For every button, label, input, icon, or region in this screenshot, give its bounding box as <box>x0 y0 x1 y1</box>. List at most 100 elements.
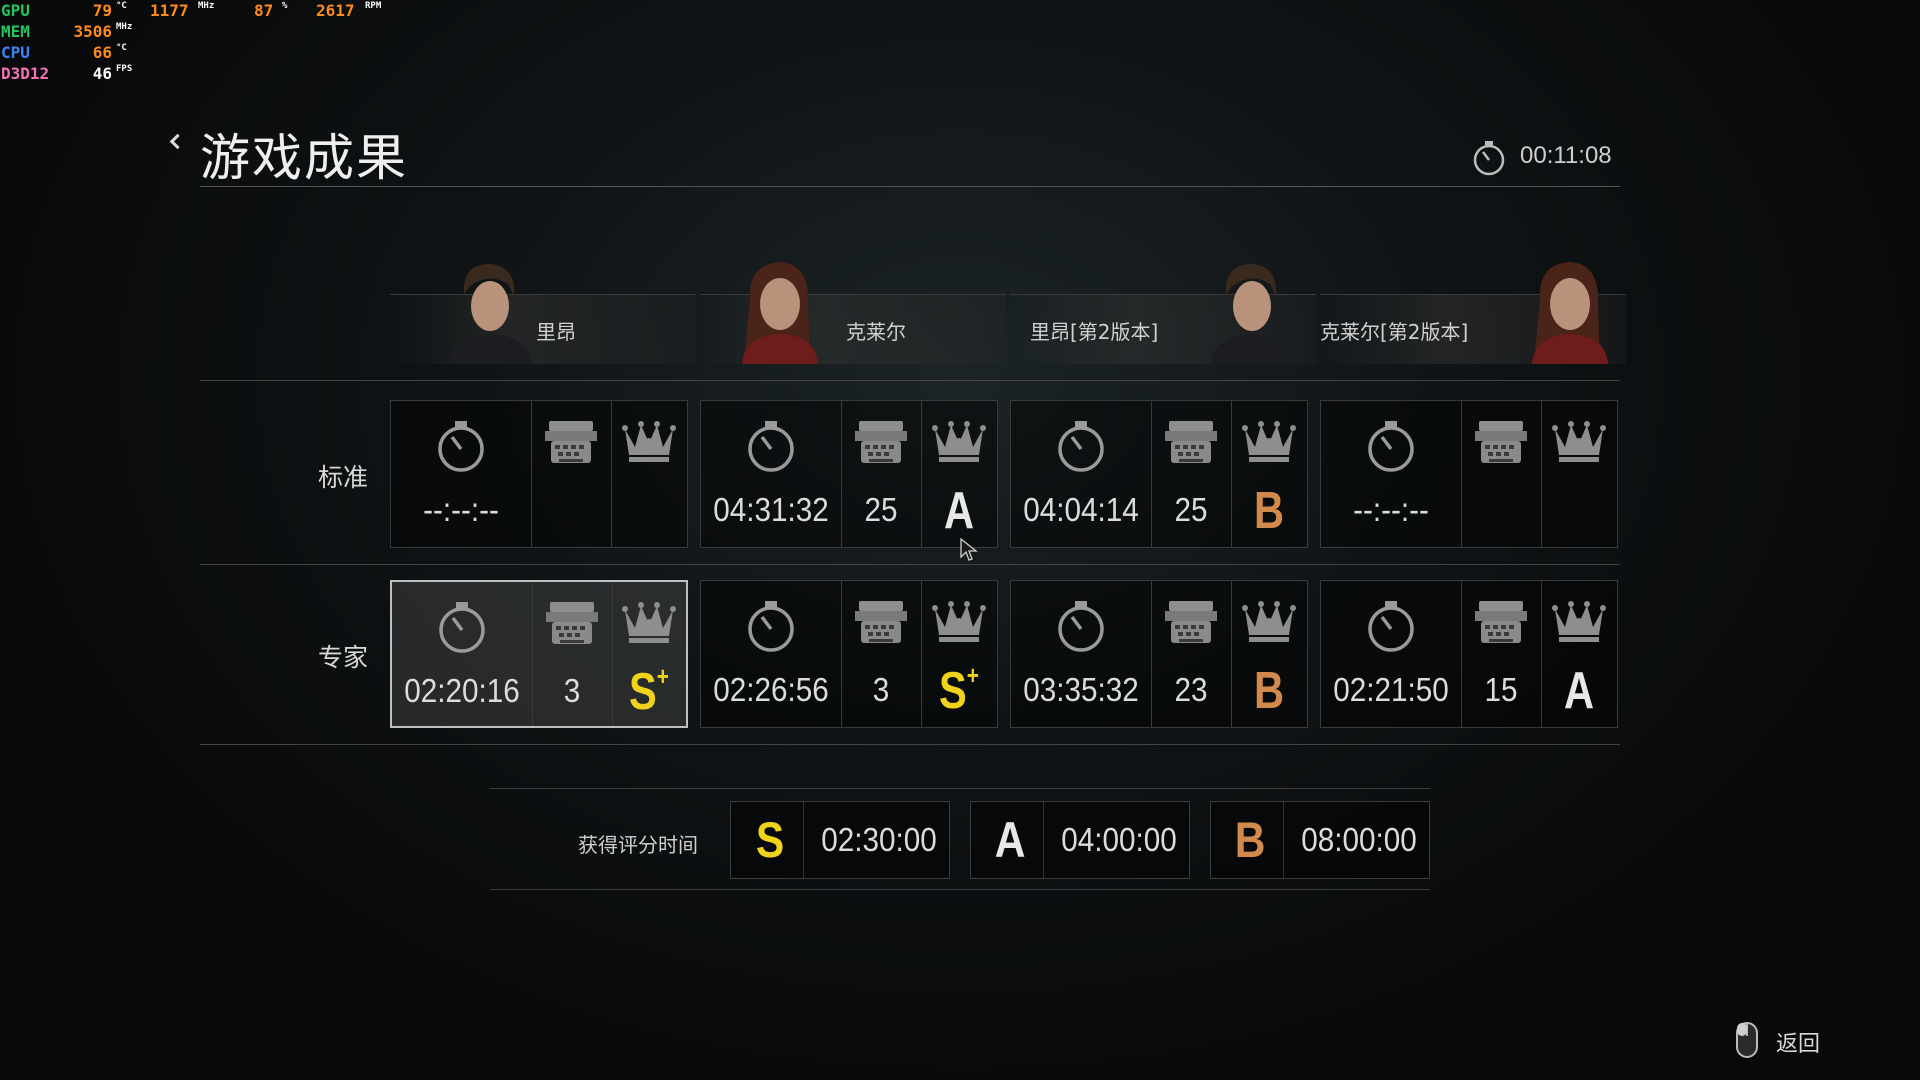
result-card[interactable]: 04:31:32 25 A <box>700 400 998 548</box>
character-header: 克莱尔[第2版本] <box>1320 254 1626 364</box>
clear-time: 02:26:56 <box>713 671 829 708</box>
hud-unit: % <box>282 1 288 11</box>
hud-value: 87 <box>254 1 274 20</box>
hud-unit: MHz <box>198 1 215 11</box>
rank-letter: A <box>943 482 975 540</box>
rank-grade: A <box>929 481 990 541</box>
saves-cell <box>531 401 612 547</box>
stopwatch-icon <box>746 599 796 657</box>
clear-time-cell: 02:21:50 <box>1321 581 1462 727</box>
stopwatch-icon <box>1056 419 1106 477</box>
stopwatch-icon <box>1366 599 1416 657</box>
result-card[interactable]: --:--:-- <box>390 400 688 548</box>
divider <box>200 564 1620 565</box>
rank-cell: B <box>1231 401 1307 547</box>
typewriter-icon <box>545 419 597 473</box>
crown-icon <box>1241 419 1297 467</box>
clear-time-cell: 04:04:14 <box>1011 401 1152 547</box>
typewriter-icon <box>1165 419 1217 473</box>
hud-label: GPU <box>1 1 30 20</box>
hud-label: D3D12 <box>1 64 50 83</box>
clear-time-cell: 02:26:56 <box>701 581 842 727</box>
typewriter-icon <box>1475 419 1527 473</box>
save-count: 15 <box>1484 671 1518 708</box>
result-card[interactable]: 02:21:50 15 A <box>1320 580 1618 728</box>
typewriter-icon <box>855 419 907 473</box>
result-card[interactable]: 02:26:56 3 S+ <box>700 580 998 728</box>
rank-suffix: + <box>656 660 669 691</box>
hud-value: 2617 <box>316 1 355 20</box>
save-count: 25 <box>1174 491 1208 528</box>
character-header: 克莱尔 <box>700 254 1006 364</box>
play-time: 00:11:08 <box>1520 142 1612 169</box>
hud-value: 1177 <box>150 1 189 20</box>
stopwatch-icon <box>437 600 487 658</box>
hud-label: CPU <box>1 43 30 62</box>
character-name: 里昂[第2版本] <box>1030 320 1159 344</box>
clear-time: --:--:-- <box>423 491 499 528</box>
rank-grade: B <box>1239 661 1300 721</box>
result-card[interactable]: 02:20:16 3 S+ <box>390 580 688 728</box>
clear-time: 04:31:32 <box>713 491 829 528</box>
saves-cell: 15 <box>1461 581 1542 727</box>
rank-letter: A <box>977 802 1045 878</box>
save-count: 23 <box>1174 671 1208 708</box>
result-card[interactable]: 03:35:32 23 B <box>1010 580 1308 728</box>
stopwatch-icon <box>746 419 796 477</box>
hud-row-gpu: GPU 79 °C 1177 MHz 87 % 2617 RPM <box>0 0 400 21</box>
clear-time-cell: --:--:-- <box>391 401 532 547</box>
character-portrait <box>438 254 534 364</box>
saves-cell: 25 <box>841 401 922 547</box>
rank-time-label: 获得评分时间 <box>578 833 698 857</box>
divider <box>200 186 1620 187</box>
rank-letter: A <box>1563 662 1595 720</box>
character-name: 里昂 <box>536 320 576 344</box>
hud-label: MEM <box>1 22 30 41</box>
character-header: 里昂 <box>390 254 696 364</box>
crown-icon <box>1551 419 1607 467</box>
typewriter-icon <box>855 599 907 653</box>
back-button[interactable]: 返回 <box>1776 1026 1820 1058</box>
crown-icon <box>621 419 677 467</box>
stopwatch-icon <box>1366 419 1416 477</box>
clear-time: --:--:-- <box>1353 491 1429 528</box>
rank-cell <box>1541 401 1617 547</box>
rank-grade: S+ <box>619 660 678 722</box>
mouse-icon <box>1736 1022 1758 1062</box>
rank-letter: B <box>1253 482 1285 540</box>
rank-cell: B <box>1231 581 1307 727</box>
hud-row-mem: MEM 3506 MHz <box>0 21 400 42</box>
clear-time: 04:04:14 <box>1023 491 1139 528</box>
result-card[interactable]: 04:04:14 25 B <box>1010 400 1308 548</box>
stopwatch-icon <box>436 419 486 477</box>
page-title: 游戏成果 <box>200 129 408 187</box>
hud-value: 3506 <box>73 22 112 41</box>
rank-time-card: B 08:00:00 <box>1210 801 1430 879</box>
clear-time: 03:35:32 <box>1023 671 1139 708</box>
rank-time-threshold: 08:00:00 <box>1301 821 1417 858</box>
clear-time: 02:21:50 <box>1333 671 1449 708</box>
crown-icon <box>621 600 677 648</box>
crown-icon <box>931 599 987 647</box>
hud-value: 79 <box>92 1 112 20</box>
save-count: 3 <box>872 671 890 708</box>
clear-time-cell: 04:31:32 <box>701 401 842 547</box>
clear-time-cell: 02:20:16 <box>392 582 533 726</box>
rank-time-threshold: 02:30:00 <box>821 821 937 858</box>
result-card[interactable]: --:--:-- <box>1320 400 1618 548</box>
save-count: 3 <box>563 672 581 709</box>
save-count: 25 <box>864 491 898 528</box>
hud-unit: °C <box>116 43 127 53</box>
rank-grade: S+ <box>929 660 990 721</box>
crown-icon <box>1551 599 1607 647</box>
rank-grade: A <box>1549 661 1610 721</box>
rank-cell: S+ <box>921 581 997 727</box>
difficulty-label-hardcore: 专家 <box>318 643 369 672</box>
clear-time-cell: 03:35:32 <box>1011 581 1152 727</box>
hud-row-api: D3D12 46 FPS <box>0 63 400 84</box>
rank-cell: A <box>921 401 997 547</box>
hud-value: 46 <box>92 64 112 83</box>
back-chevron-icon[interactable] <box>169 133 186 150</box>
hud-unit: MHz <box>116 22 133 32</box>
rank-letter: B <box>1217 802 1285 878</box>
